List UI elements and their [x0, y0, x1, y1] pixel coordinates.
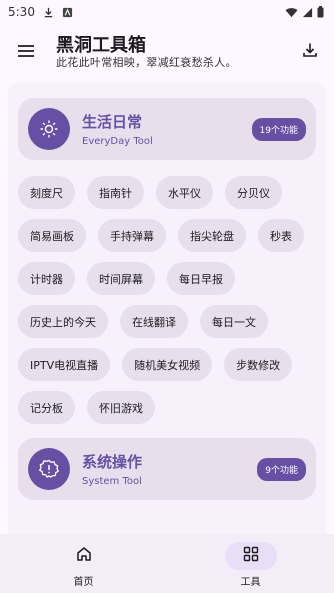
section-everyday[interactable]: 生活日常 EveryDay Tool 19个功能 — [18, 98, 316, 160]
menu-button[interactable] — [12, 38, 40, 66]
sun-icon — [28, 108, 70, 150]
wifi-icon — [285, 7, 298, 18]
tool-chip-compass[interactable]: 指南针 — [87, 176, 144, 209]
tool-chip-time-screen[interactable]: 时间屏幕 — [87, 262, 155, 295]
tool-chip-random-video[interactable]: 随机美女视频 — [122, 348, 213, 381]
status-time: 5:30 — [8, 5, 35, 19]
function-count-badge: 19个功能 — [251, 117, 306, 141]
tool-chip-level[interactable]: 水平仪 — [156, 176, 213, 209]
section-subtitle: EveryDay Tool — [82, 135, 153, 147]
tool-list: 生活日常 EveryDay Tool 19个功能 刻度尺 指南针 水平仪 分贝仪… — [8, 82, 326, 534]
tool-chip-decibel[interactable]: 分贝仪 — [225, 176, 282, 209]
section-title: 系统操作 — [82, 452, 143, 471]
tool-chip-drawing-board[interactable]: 简易画板 — [18, 219, 86, 252]
section-system[interactable]: 系统操作 System Tool 9个功能 — [18, 438, 316, 500]
bottom-navigation: 首页 工具 — [0, 534, 334, 593]
nav-label: 首页 — [73, 577, 94, 588]
function-count-badge: 9个功能 — [257, 457, 306, 481]
tool-chip-step-modify[interactable]: 步数修改 — [224, 348, 293, 381]
download-icon — [302, 42, 318, 62]
status-bar: 5:30 — [0, 0, 334, 24]
tool-chip-iptv[interactable]: IPTV电视直播 — [18, 348, 111, 381]
notification-a-icon — [62, 7, 73, 18]
nav-item-home[interactable]: 首页 — [0, 534, 167, 593]
menu-icon — [17, 43, 35, 62]
tool-chip-handheld-barrage[interactable]: 手持弹幕 — [98, 219, 166, 252]
nav-label: 工具 — [240, 577, 261, 588]
section-subtitle: System Tool — [82, 475, 142, 487]
signal-icon — [302, 7, 313, 18]
tool-chip-timer[interactable]: 计时器 — [18, 262, 75, 295]
battery-icon — [317, 6, 324, 18]
home-icon — [76, 546, 92, 566]
tool-chip-daily-article[interactable]: 每日一文 — [200, 305, 268, 338]
settings-badge-icon — [28, 448, 70, 490]
tool-chip-today-in-history[interactable]: 历史上的今天 — [18, 305, 108, 338]
tool-chip-retro-games[interactable]: 怀旧游戏 — [87, 391, 155, 424]
app-subtitle: 此花此叶常相映，翠减红衰愁杀人。 — [56, 55, 237, 69]
tool-chip-group: 刻度尺 指南针 水平仪 分贝仪 简易画板 手持弹幕 指尖轮盘 秒表 计时器 时间… — [8, 160, 326, 424]
tool-chip-ruler[interactable]: 刻度尺 — [18, 176, 75, 209]
section-title: 生活日常 — [82, 112, 143, 131]
download-icon — [43, 7, 54, 18]
tool-chip-fingertip-wheel[interactable]: 指尖轮盘 — [178, 219, 246, 252]
download-button[interactable] — [296, 38, 324, 66]
tool-chip-daily-news[interactable]: 每日早报 — [167, 262, 235, 295]
tool-chip-scoreboard[interactable]: 记分板 — [18, 391, 75, 424]
app-bar: 黑洞工具箱 此花此叶常相映，翠减红衰愁杀人。 — [0, 24, 334, 80]
grid-icon — [243, 546, 259, 566]
tool-chip-online-translate[interactable]: 在线翻译 — [120, 305, 188, 338]
tool-chip-stopwatch[interactable]: 秒表 — [258, 219, 304, 252]
app-title: 黑洞工具箱 — [56, 34, 146, 56]
nav-item-tools[interactable]: 工具 — [167, 534, 334, 593]
